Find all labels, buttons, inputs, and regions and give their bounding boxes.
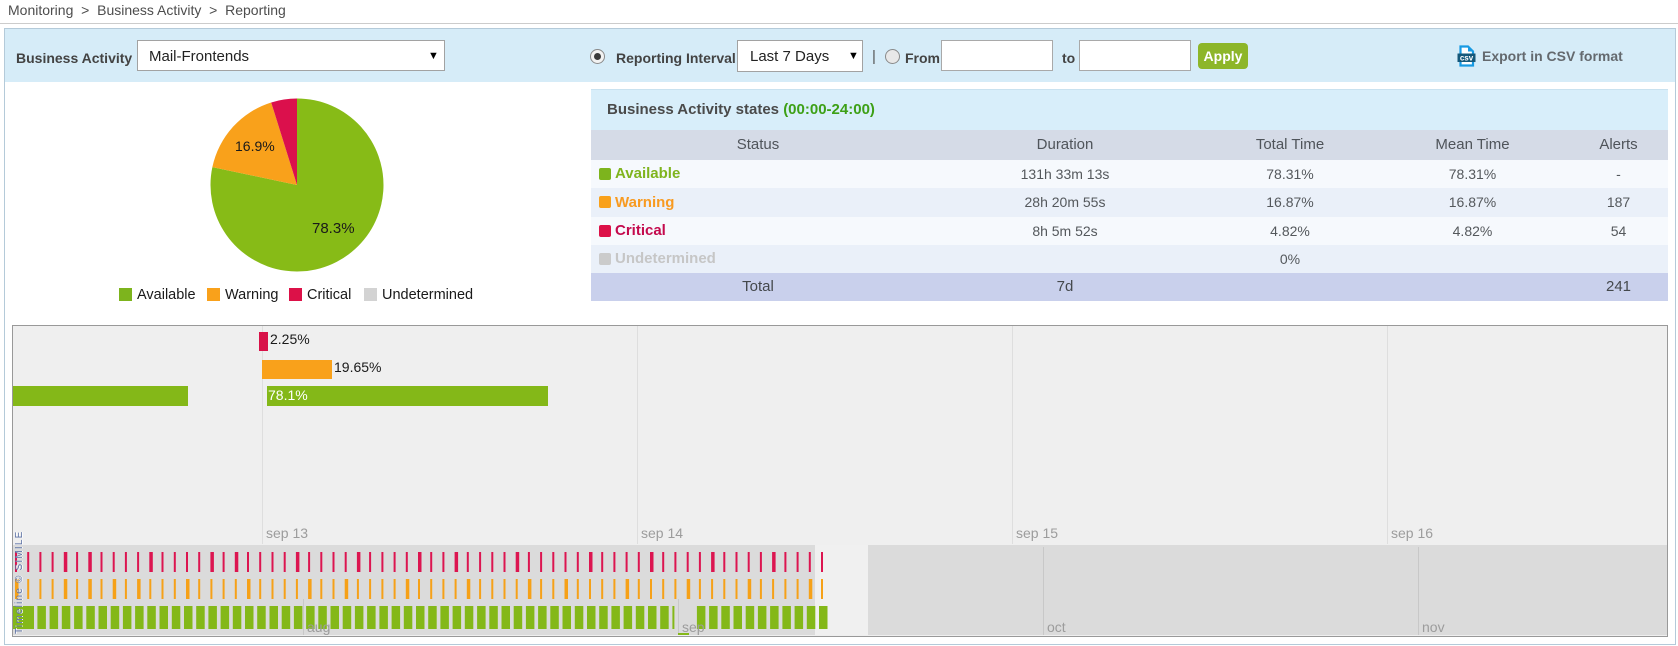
svg-text:csv: csv [1460, 54, 1474, 63]
svg-text:78.3%: 78.3% [312, 220, 355, 237]
svg-text:16.9%: 16.9% [235, 138, 275, 154]
